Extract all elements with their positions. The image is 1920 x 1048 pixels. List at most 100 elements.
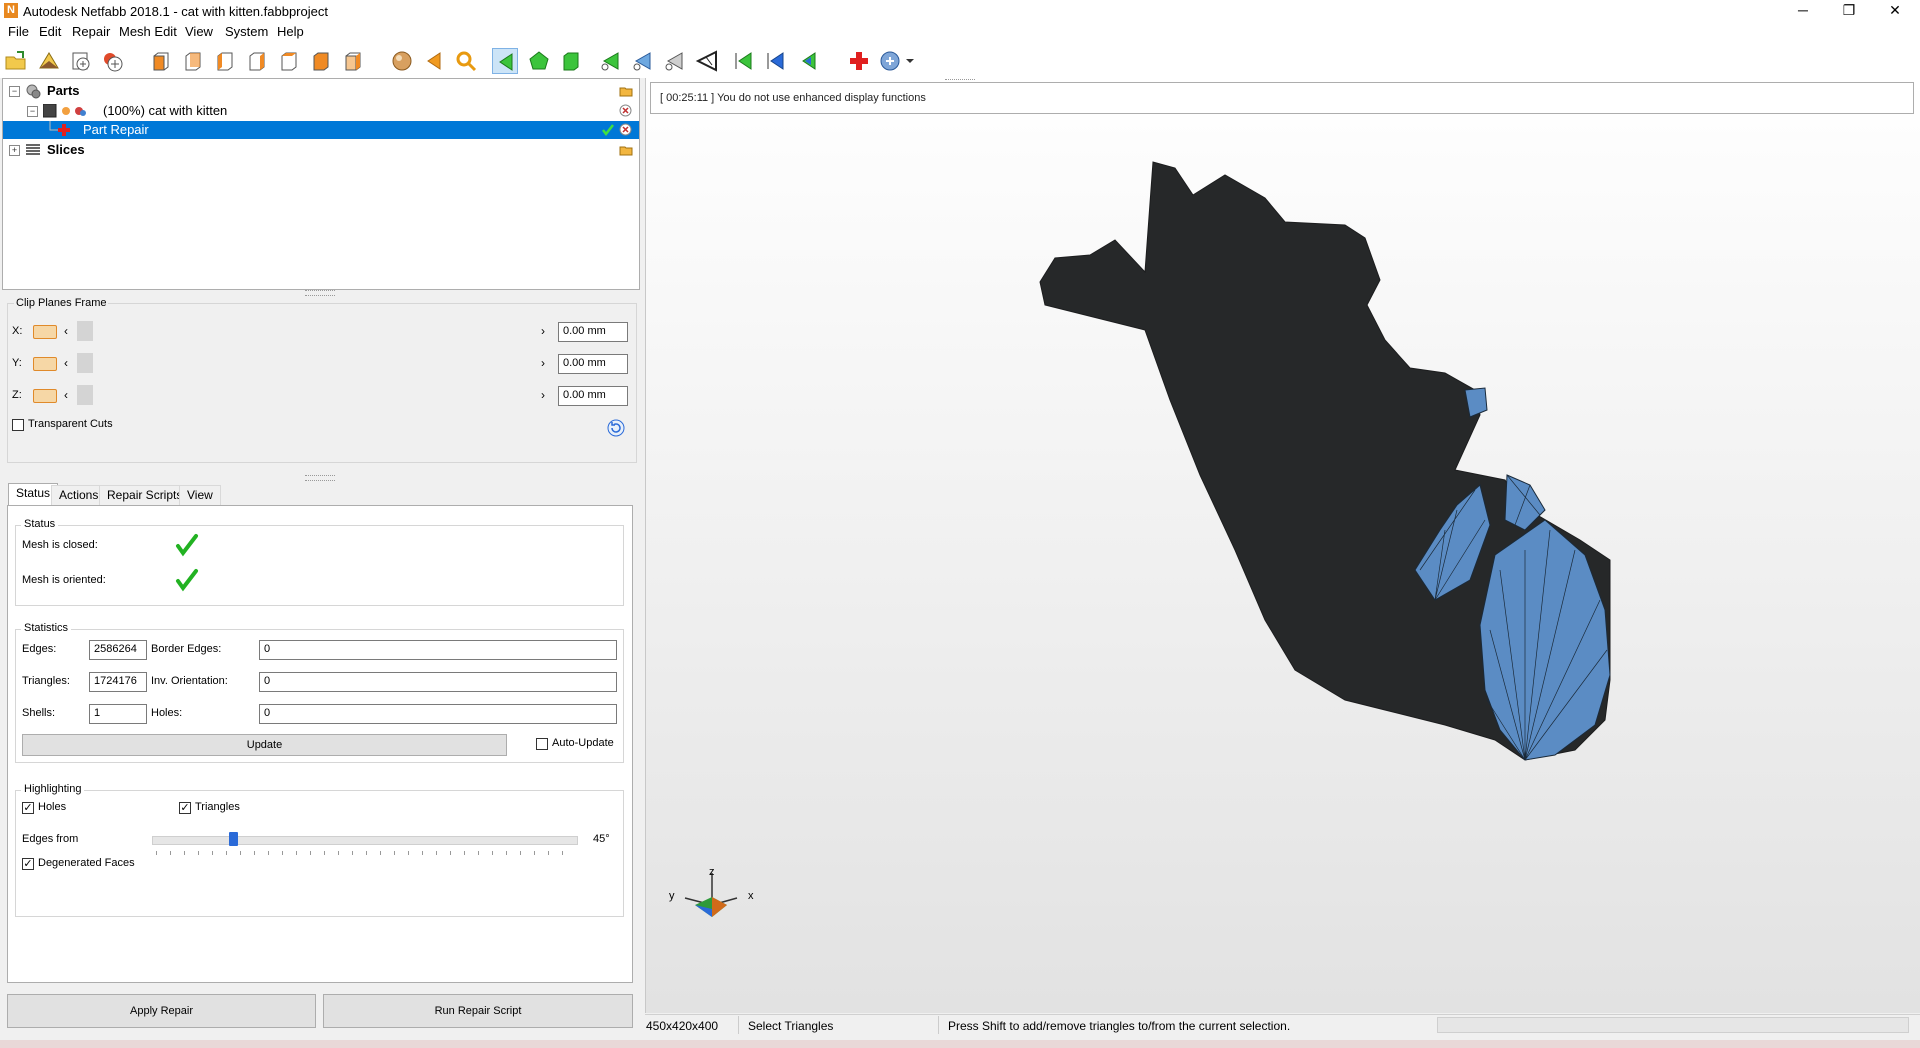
collapse-toggle[interactable]: − [9,86,20,97]
triangle-blue-icon[interactable] [764,48,790,74]
clip-x-right-arrow[interactable]: › [541,324,545,338]
menu-view[interactable]: View [185,24,213,39]
add-icon[interactable] [100,48,126,74]
menu-file[interactable]: File [8,24,29,39]
edge-icon[interactable] [662,48,688,74]
move-point-icon[interactable] [630,48,656,74]
view-right-icon[interactable] [244,48,270,74]
clip-z-toggle[interactable] [33,389,57,403]
check-icon[interactable] [601,123,615,137]
repair-menu-icon[interactable] [878,48,918,74]
edges-field[interactable]: 2586264 [89,640,147,660]
parts-icon [26,84,41,99]
clip-x-slider[interactable] [77,321,537,341]
restore-button[interactable]: ❐ [1826,0,1872,22]
triangle-green-icon[interactable] [732,48,758,74]
triangles-checkbox[interactable]: ✓ [179,802,191,814]
run-repair-script-button[interactable]: Run Repair Script [323,994,633,1028]
transparent-cuts-checkbox[interactable] [12,419,24,431]
back-arrow-icon[interactable] [421,48,447,74]
splitter-handle[interactable] [305,290,335,296]
clip-x-label: X: [12,325,23,337]
close-button[interactable]: ✕ [1872,0,1918,22]
clip-z-input[interactable]: 0.00 mm [558,386,628,406]
clip-x-slider-thumb[interactable] [77,321,93,341]
window-title: Autodesk Netfabb 2018.1 - cat with kitte… [23,4,328,19]
triangle-outline-icon[interactable] [796,48,822,74]
clip-x-left-arrow[interactable]: ‹ [64,324,68,338]
degenerated-faces-checkbox[interactable]: ✓ [22,858,34,870]
clip-y-slider-thumb[interactable] [77,353,93,373]
collapse-toggle[interactable]: − [27,106,38,117]
open-project-icon[interactable] [3,48,29,74]
minimize-button[interactable]: ─ [1780,0,1826,22]
add-triangle-icon[interactable] [598,48,624,74]
tree-part-row[interactable]: − (100%) cat with kitten [3,102,639,120]
folder-icon[interactable] [619,85,633,97]
remove-icon[interactable] [619,104,632,117]
tab-repair-scripts[interactable]: Repair Scripts [99,485,191,505]
repair-cross-icon[interactable] [846,48,872,74]
triangles-field[interactable]: 1724176 [89,672,147,692]
view-bottom-icon[interactable] [308,48,334,74]
menu-mesh-edit[interactable]: Mesh Edit [119,24,177,39]
expand-toggle[interactable]: + [9,145,20,156]
view-front-icon[interactable] [148,48,174,74]
inv-orientation-label: Inv. Orientation: [151,675,228,687]
splitter-handle[interactable] [305,475,335,481]
edges-from-label: Edges from [22,833,79,845]
tree-repair-row[interactable]: Part Repair [3,121,639,139]
clip-z-right-arrow[interactable]: › [541,388,545,402]
clip-y-right-arrow[interactable]: › [541,356,545,370]
menu-help[interactable]: Help [277,24,304,39]
apply-repair-button[interactable]: Apply Repair [7,994,316,1028]
holes-field[interactable]: 0 [259,704,617,724]
auto-update-label: Auto-Update [552,737,614,749]
close-repair-icon[interactable] [619,123,632,136]
zoom-icon[interactable] [453,48,479,74]
edges-angle-slider-thumb[interactable] [228,832,238,846]
clip-y-left-arrow[interactable]: ‹ [64,356,68,370]
tab-view[interactable]: View [179,485,221,505]
tree-slices-row[interactable]: + Slices [3,141,639,159]
update-button[interactable]: Update [22,734,507,756]
add-part-icon[interactable] [36,48,62,74]
auto-update-checkbox[interactable] [536,738,548,750]
clip-y-input[interactable]: 0.00 mm [558,354,628,374]
select-surface-icon[interactable] [526,48,552,74]
clip-y-toggle[interactable] [33,357,57,371]
degenerated-faces-label: Degenerated Faces [38,857,135,869]
clip-z-slider-thumb[interactable] [77,385,93,405]
view-back-icon[interactable] [180,48,206,74]
tree-connector [49,121,70,136]
holes-checkbox[interactable]: ✓ [22,802,34,814]
inv-orientation-field[interactable]: 0 [259,672,617,692]
clip-x-toggle[interactable] [33,325,57,339]
axis-x-label: x [748,890,754,902]
reset-clip-icon[interactable] [607,419,625,437]
folder-icon[interactable] [619,144,633,156]
menu-edit[interactable]: Edit [39,24,61,39]
edges-angle-slider[interactable] [152,836,578,845]
cat-mesh-model[interactable] [645,130,1920,930]
shells-field[interactable]: 1 [89,704,147,724]
clip-z-slider[interactable] [77,385,537,405]
import-icon[interactable] [68,48,94,74]
view-left-icon[interactable] [212,48,238,74]
clip-y-slider[interactable] [77,353,537,373]
cut-icon[interactable] [694,48,720,74]
holes-label: Holes: [151,707,183,719]
view-top-icon[interactable] [276,48,302,74]
view-iso-icon[interactable] [340,48,366,74]
select-shell-icon[interactable] [558,48,584,74]
tree-parts-row[interactable]: − Parts [3,82,639,100]
log-message: [ 00:25:11 ] You do not use enhanced dis… [660,92,926,104]
border-edges-field[interactable]: 0 [259,640,617,660]
clip-z-left-arrow[interactable]: ‹ [64,388,68,402]
menu-system[interactable]: System [225,24,268,39]
sphere-icon[interactable] [389,48,415,74]
menu-repair[interactable]: Repair [72,24,110,39]
clip-planes-title: Clip Planes Frame [14,297,109,309]
select-triangles-icon[interactable] [492,48,518,74]
clip-x-input[interactable]: 0.00 mm [558,322,628,342]
